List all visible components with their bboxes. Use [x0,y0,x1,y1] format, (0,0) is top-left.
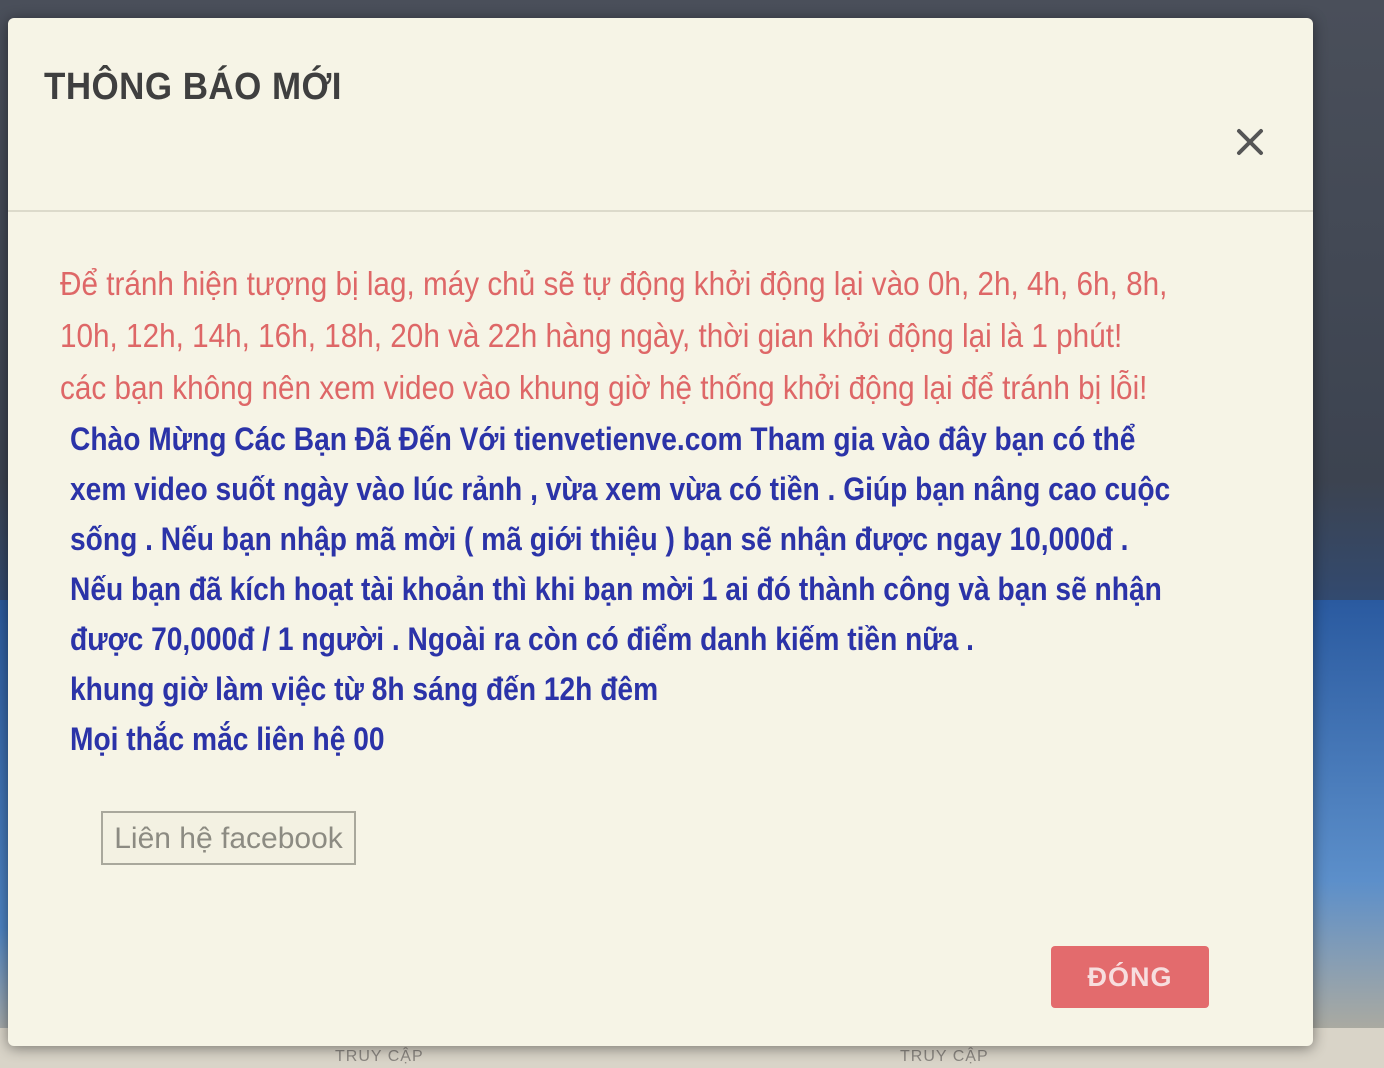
message-line: Chào Mừng Các Bạn Đã Đến Với tienvetienv… [70,421,1136,457]
background-label: TRUY CẬP [900,1048,989,1065]
close-icon[interactable] [1231,123,1269,161]
modal-body: Để tránh hiện tượng bị lag, máy chủ sẽ t… [60,258,1240,764]
modal-header: THÔNG BÁO MỚI [8,18,1313,212]
message-line: Mọi thắc mắc liên hệ 00 [70,721,385,757]
message-line: khung giờ làm việc từ 8h sáng đến 12h đê… [70,671,659,707]
notice-line: 10h, 12h, 14h, 16h, 18h, 20h và 22h hàng… [60,317,1123,354]
message-line: được 70,000đ / 1 người . Ngoài ra còn có… [70,621,974,657]
message-line: xem video suốt ngày vào lúc rảnh , vừa x… [70,471,1171,507]
server-restart-notice: Để tránh hiện tượng bị lag, máy chủ sẽ t… [60,258,1230,414]
background-label: TRUY CẬP [335,1048,424,1065]
modal-title: THÔNG BÁO MỚI [44,66,342,108]
welcome-message: Chào Mừng Các Bạn Đã Đến Với tienvetienv… [70,414,1258,764]
notice-line: Để tránh hiện tượng bị lag, máy chủ sẽ t… [60,265,1168,302]
close-button[interactable]: ĐÓNG [1051,946,1209,1008]
message-line: Nếu bạn đã kích hoạt tài khoản thì khi b… [70,571,1162,607]
message-line: sống . Nếu bạn nhập mã mời ( mã giới thi… [70,521,1129,557]
contact-facebook-button[interactable]: Liên hệ facebook [101,811,356,865]
notice-line: các bạn không nên xem video vào khung gi… [60,369,1148,406]
notification-modal: THÔNG BÁO MỚI Để tránh hiện tượng bị lag… [8,18,1313,1046]
